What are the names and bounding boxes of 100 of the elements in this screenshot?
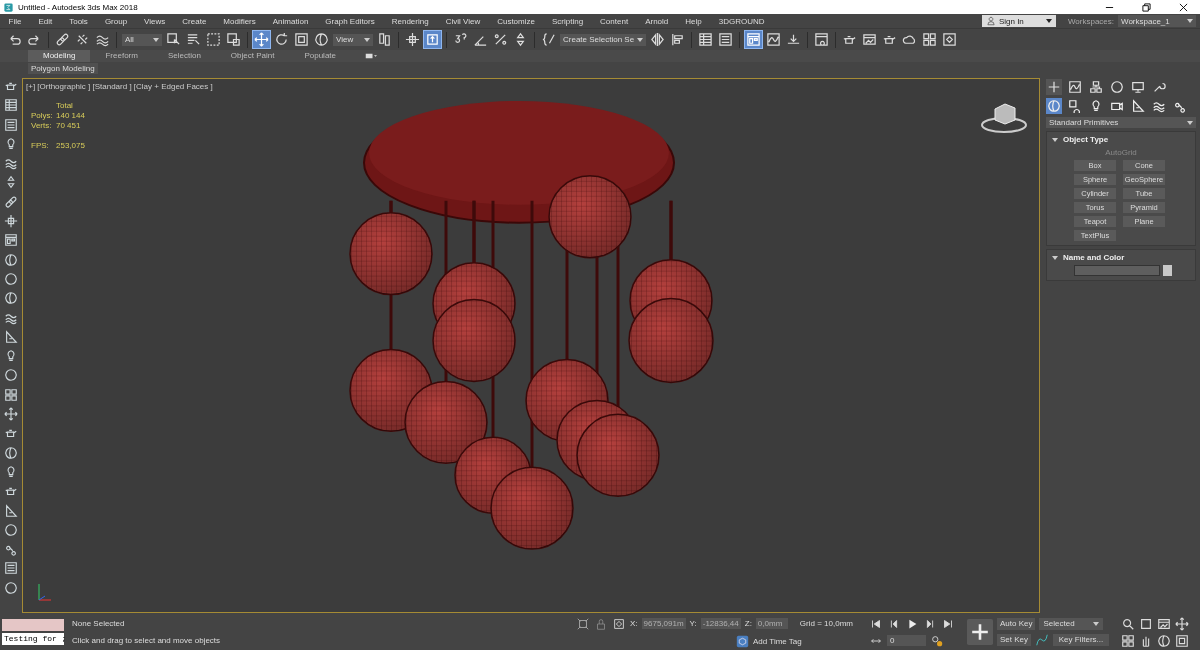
- set-key-button[interactable]: Set Key: [997, 633, 1031, 646]
- category-dropdown[interactable]: Standard Primitives: [1046, 117, 1196, 128]
- ruler-icon[interactable]: [4, 329, 18, 344]
- crosshair-icon[interactable]: [4, 214, 18, 229]
- grid-icon[interactable]: [921, 31, 939, 48]
- layers-icon[interactable]: [4, 561, 18, 576]
- grid-icon[interactable]: [1121, 633, 1135, 648]
- menu-item[interactable]: Group: [96, 16, 136, 26]
- menu-item[interactable]: Arnold: [636, 16, 677, 26]
- menu-item[interactable]: Create: [173, 16, 215, 26]
- restore-icon[interactable]: [1142, 2, 1151, 12]
- menu-item[interactable]: Modifiers: [214, 16, 265, 26]
- scale-icon[interactable]: [293, 31, 310, 48]
- ribbon-panel-title[interactable]: Polygon Modeling: [28, 63, 98, 74]
- table-icon[interactable]: [697, 31, 715, 48]
- render-setup-icon[interactable]: [813, 31, 831, 48]
- auto-key-button[interactable]: Auto Key: [997, 617, 1036, 630]
- rotate-icon[interactable]: [273, 31, 290, 48]
- script-input-field[interactable]: [2, 619, 64, 631]
- name-field[interactable]: [1074, 265, 1160, 276]
- curve-icon[interactable]: [1067, 79, 1083, 95]
- ribbon-options-icon[interactable]: [365, 52, 377, 60]
- frame-icon[interactable]: [861, 31, 879, 48]
- y-field[interactable]: -12836,44: [700, 618, 741, 629]
- percent-icon[interactable]: [492, 31, 509, 48]
- set-key-plus-icon[interactable]: [967, 619, 993, 645]
- menu-item[interactable]: Scripting: [543, 16, 592, 26]
- ribbon-tab[interactable]: Freeform: [90, 50, 153, 62]
- key-mode-dropdown[interactable]: Selected: [1039, 617, 1104, 630]
- monitor-icon[interactable]: [1130, 79, 1146, 95]
- ribbon-icon[interactable]: [745, 31, 763, 48]
- mirror-icon[interactable]: [649, 31, 667, 48]
- ribbon-tab[interactable]: Selection: [152, 50, 216, 62]
- toolbar-dropdown[interactable]: All: [122, 33, 162, 46]
- move-icon[interactable]: [1175, 616, 1189, 631]
- sphere-icon[interactable]: [1046, 98, 1062, 114]
- menu-item[interactable]: Tools: [60, 16, 97, 26]
- grid-icon[interactable]: [4, 387, 18, 402]
- pivot-icon[interactable]: [376, 31, 393, 48]
- menu-item[interactable]: Customize: [488, 16, 544, 26]
- ruler-icon[interactable]: [4, 503, 18, 518]
- close-icon[interactable]: [1179, 2, 1188, 12]
- menu-item[interactable]: 3DGROUND: [710, 16, 773, 26]
- rollout-header[interactable]: Name and Color: [1047, 250, 1195, 265]
- sign-in-dropdown[interactable]: Sign In: [981, 15, 1056, 27]
- menu-item[interactable]: Rendering: [383, 16, 438, 26]
- key-tangent-icon[interactable]: [1035, 632, 1049, 647]
- ribbon-tab[interactable]: Modeling: [28, 50, 91, 62]
- color-swatch[interactable]: [1163, 265, 1172, 276]
- hierarchy-icon[interactable]: [1088, 79, 1104, 95]
- viewport[interactable]: [+] [Orthographic ] [Standard ] [Clay + Edged Faces ] Total Polys: 140 144 Verts: 70 451 FPS: 253,075: [22, 78, 1040, 613]
- table-icon[interactable]: [4, 98, 18, 113]
- x-field[interactable]: 9675,091m: [641, 618, 686, 629]
- menu-item[interactable]: File: [0, 16, 30, 26]
- menu-item[interactable]: Civil View: [437, 16, 489, 26]
- menu-item[interactable]: Edit: [29, 16, 61, 26]
- curve-icon[interactable]: [765, 31, 783, 48]
- workspace-dropdown[interactable]: Workspace_1: [1118, 15, 1196, 27]
- viewport-label[interactable]: [+] [Orthographic ] [Standard ] [Clay + Edged Faces ]: [26, 82, 213, 91]
- plus-icon[interactable]: [1046, 79, 1062, 95]
- shapes-icon[interactable]: [1067, 98, 1083, 114]
- key-filters-button[interactable]: Key Filters...: [1053, 633, 1109, 646]
- lock-icon[interactable]: [594, 616, 608, 631]
- script-output-field[interactable]: Testing for ;: [2, 633, 64, 645]
- ribbon-tab[interactable]: Object Paint: [215, 50, 290, 62]
- spinner-icon[interactable]: [4, 175, 18, 190]
- ribbon-icon[interactable]: [4, 233, 18, 248]
- caret-icon: [1093, 621, 1100, 626]
- toolbar-dropdown[interactable]: Create Selection Se: [560, 33, 647, 46]
- link-icon[interactable]: [54, 31, 71, 48]
- add-time-tag-label[interactable]: Add Time Tag: [753, 636, 802, 646]
- toolbar-dropdown[interactable]: View: [333, 33, 373, 46]
- frame-spinner[interactable]: 0: [887, 635, 926, 646]
- move-icon[interactable]: [4, 407, 18, 422]
- isolate-icon[interactable]: [576, 616, 590, 631]
- ruler-icon[interactable]: [1130, 98, 1146, 114]
- menu-item[interactable]: Content: [591, 16, 637, 26]
- menu-item[interactable]: Help: [676, 16, 711, 26]
- transform-mode-icon[interactable]: [612, 616, 626, 631]
- scale-icon[interactable]: [1175, 633, 1189, 648]
- dashed-rect-icon[interactable]: [205, 31, 222, 48]
- time-tag-icon[interactable]: [736, 634, 749, 648]
- menu-item[interactable]: Views: [135, 16, 174, 26]
- layers-icon[interactable]: [717, 31, 735, 48]
- z-field[interactable]: 0,0mm: [755, 618, 788, 629]
- layers-icon[interactable]: [4, 117, 18, 132]
- rollout-header[interactable]: Object Type: [1047, 132, 1195, 147]
- workspace-value: Workspace_1: [1121, 16, 1170, 26]
- grid-size-text: Grid = 10,0mm: [799, 619, 853, 628]
- zoom-icon[interactable]: [1121, 616, 1135, 631]
- brace-icon[interactable]: [540, 31, 557, 48]
- menu-item[interactable]: Animation: [264, 16, 317, 26]
- crosshair-icon[interactable]: [404, 31, 421, 48]
- menu-item[interactable]: Graph Editors: [316, 16, 384, 26]
- link-icon[interactable]: [4, 194, 18, 209]
- wave-icon[interactable]: [4, 156, 18, 171]
- frame-icon[interactable]: [1157, 616, 1171, 631]
- key-mode-icon[interactable]: [930, 633, 944, 648]
- ribbon-tab[interactable]: Populate: [289, 50, 351, 62]
- crossing-icon[interactable]: [225, 31, 242, 48]
